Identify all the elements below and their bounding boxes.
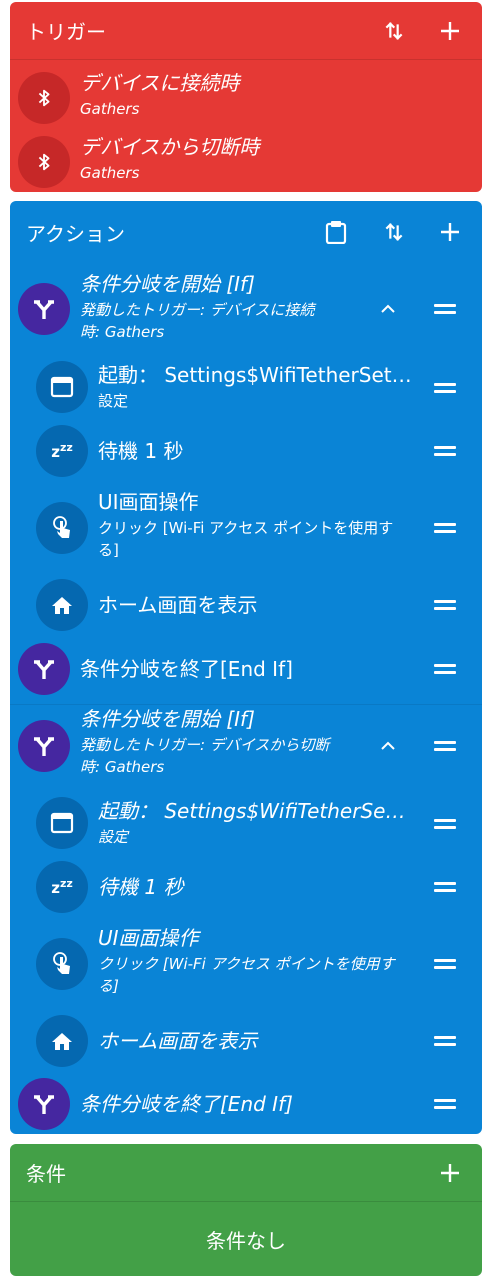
drag-handle-icon[interactable] [434, 882, 456, 892]
bluetooth-icon [18, 72, 70, 124]
action-title: 待機 1 秒 [98, 439, 184, 463]
action-title: 起動： Settings$WifiTetherSett… [98, 363, 412, 387]
no-conditions-text[interactable]: 条件なし [10, 1202, 482, 1276]
trigger-title: デバイスから切断時 [80, 135, 260, 159]
touch-icon [36, 502, 88, 554]
trigger-header: トリガー [10, 2, 482, 60]
action-subtitle: 設定 [98, 828, 129, 846]
action-subtitle: 発動したトリガー: デバイスから切断時: Gathers [80, 736, 330, 776]
add-trigger-icon[interactable] [430, 2, 470, 59]
condition-card: 条件 条件なし [10, 1144, 482, 1276]
action-title: 条件分岐を開始 [If] [80, 272, 255, 296]
trigger-header-title: トリガー [26, 20, 106, 44]
action-item-end-if[interactable]: 条件分岐を終了[End If] [10, 641, 482, 697]
sleep-icon: zzz [36, 425, 88, 477]
collapse-chevron-icon[interactable] [378, 299, 398, 319]
fork-icon [18, 283, 70, 335]
trigger-title: デバイスに接続時 [80, 71, 240, 95]
action-title: 条件分岐を終了[End If] [80, 1092, 293, 1116]
sort-icon[interactable] [374, 201, 414, 263]
action-header-title: アクション [26, 221, 125, 246]
action-item-home[interactable]: ホーム画面を表示 [10, 577, 482, 633]
action-title: UI画面操作 [98, 490, 199, 514]
action-title: 条件分岐を開始 [If] [80, 707, 255, 731]
sort-icon[interactable] [374, 2, 414, 59]
drag-handle-icon[interactable] [434, 600, 456, 610]
bluetooth-icon [18, 136, 70, 188]
drag-handle-icon[interactable] [434, 446, 456, 456]
app-window-icon [36, 797, 88, 849]
add-action-icon[interactable] [430, 201, 470, 263]
drag-handle-icon[interactable] [434, 741, 456, 751]
action-subtitle: 設定 [98, 392, 129, 410]
clipboard-icon[interactable] [316, 201, 356, 263]
action-title: 起動： Settings$WifiTetherSetti… [98, 799, 412, 823]
action-subtitle: クリック [Wi-Fi アクセス ポイントを使用する] [98, 955, 395, 995]
action-card: アクション 条件分岐を開始 [If] 発動したトリガー: デバイスに接続時: G… [10, 201, 482, 1134]
drag-handle-icon[interactable] [434, 523, 456, 533]
action-item-ui-interaction[interactable]: UI画面操作 クリック [Wi-Fi アクセス ポイントを使用する] [10, 923, 482, 1009]
fork-icon [18, 1078, 70, 1130]
home-icon [36, 1015, 88, 1067]
touch-icon [36, 938, 88, 990]
sleep-icon: zzz [36, 861, 88, 913]
action-title: UI画面操作 [98, 926, 199, 950]
action-subtitle: 発動したトリガー: デバイスに接続時: Gathers [80, 301, 315, 341]
trigger-subtitle: Gathers [80, 100, 140, 118]
collapse-chevron-icon[interactable] [378, 736, 398, 756]
trigger-card: トリガー デバイスに接続時 Gathers デバイスから切断時 Gathers [10, 2, 482, 192]
action-item-home[interactable]: ホーム画面を表示 [10, 1013, 482, 1069]
action-title: ホーム画面を表示 [98, 1029, 258, 1053]
action-subtitle: クリック [Wi-Fi アクセス ポイントを使用する] [98, 519, 394, 559]
action-item-wait[interactable]: zzz 待機 1 秒 [10, 423, 482, 479]
action-item-end-if[interactable]: 条件分岐を終了[End If] [10, 1076, 482, 1132]
action-item-if-start[interactable]: 条件分岐を開始 [If] 発動したトリガー: デバイスに接続時: Gathers [10, 267, 482, 353]
condition-header: 条件 [10, 1144, 482, 1202]
drag-handle-icon[interactable] [434, 383, 456, 393]
drag-handle-icon[interactable] [434, 959, 456, 969]
action-title: 待機 1 秒 [98, 875, 184, 899]
drag-handle-icon[interactable] [434, 1099, 456, 1109]
action-item-wait[interactable]: zzz 待機 1 秒 [10, 859, 482, 915]
drag-handle-icon[interactable] [434, 304, 456, 314]
drag-handle-icon[interactable] [434, 819, 456, 829]
condition-header-title: 条件 [26, 1162, 66, 1186]
trigger-item[interactable]: デバイスに接続時 Gathers [10, 70, 482, 126]
home-icon [36, 579, 88, 631]
drag-handle-icon[interactable] [434, 664, 456, 674]
action-header: アクション [10, 201, 482, 263]
drag-handle-icon[interactable] [434, 1036, 456, 1046]
fork-icon [18, 720, 70, 772]
action-title: ホーム画面を表示 [98, 593, 258, 617]
action-title: 条件分岐を終了[End If] [80, 657, 293, 681]
app-window-icon [36, 361, 88, 413]
trigger-subtitle: Gathers [80, 164, 140, 182]
action-item-ui-interaction[interactable]: UI画面操作 クリック [Wi-Fi アクセス ポイントを使用する] [10, 487, 482, 573]
action-item-if-start[interactable]: 条件分岐を開始 [If] 発動したトリガー: デバイスから切断時: Gather… [10, 704, 482, 790]
action-item-launch[interactable]: 起動： Settings$WifiTetherSett… 設定 [10, 356, 482, 418]
add-condition-icon[interactable] [430, 1144, 470, 1201]
trigger-item[interactable]: デバイスから切断時 Gathers [10, 134, 482, 190]
action-item-launch[interactable]: 起動： Settings$WifiTetherSetti… 設定 [10, 792, 482, 854]
fork-icon [18, 643, 70, 695]
